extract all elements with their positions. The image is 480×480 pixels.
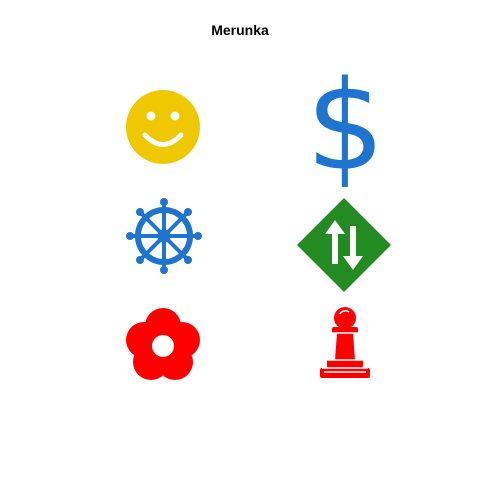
- dharma-wheel-icon: [124, 196, 204, 276]
- dollar-sign-icon: $: [306, 55, 385, 199]
- smiley-icon: [124, 88, 202, 166]
- up-down-arrows-diamond-icon: [297, 198, 391, 292]
- page-title: Merunka: [211, 22, 269, 38]
- chess-pawn-icon: [316, 304, 374, 380]
- flower-icon: [123, 306, 203, 384]
